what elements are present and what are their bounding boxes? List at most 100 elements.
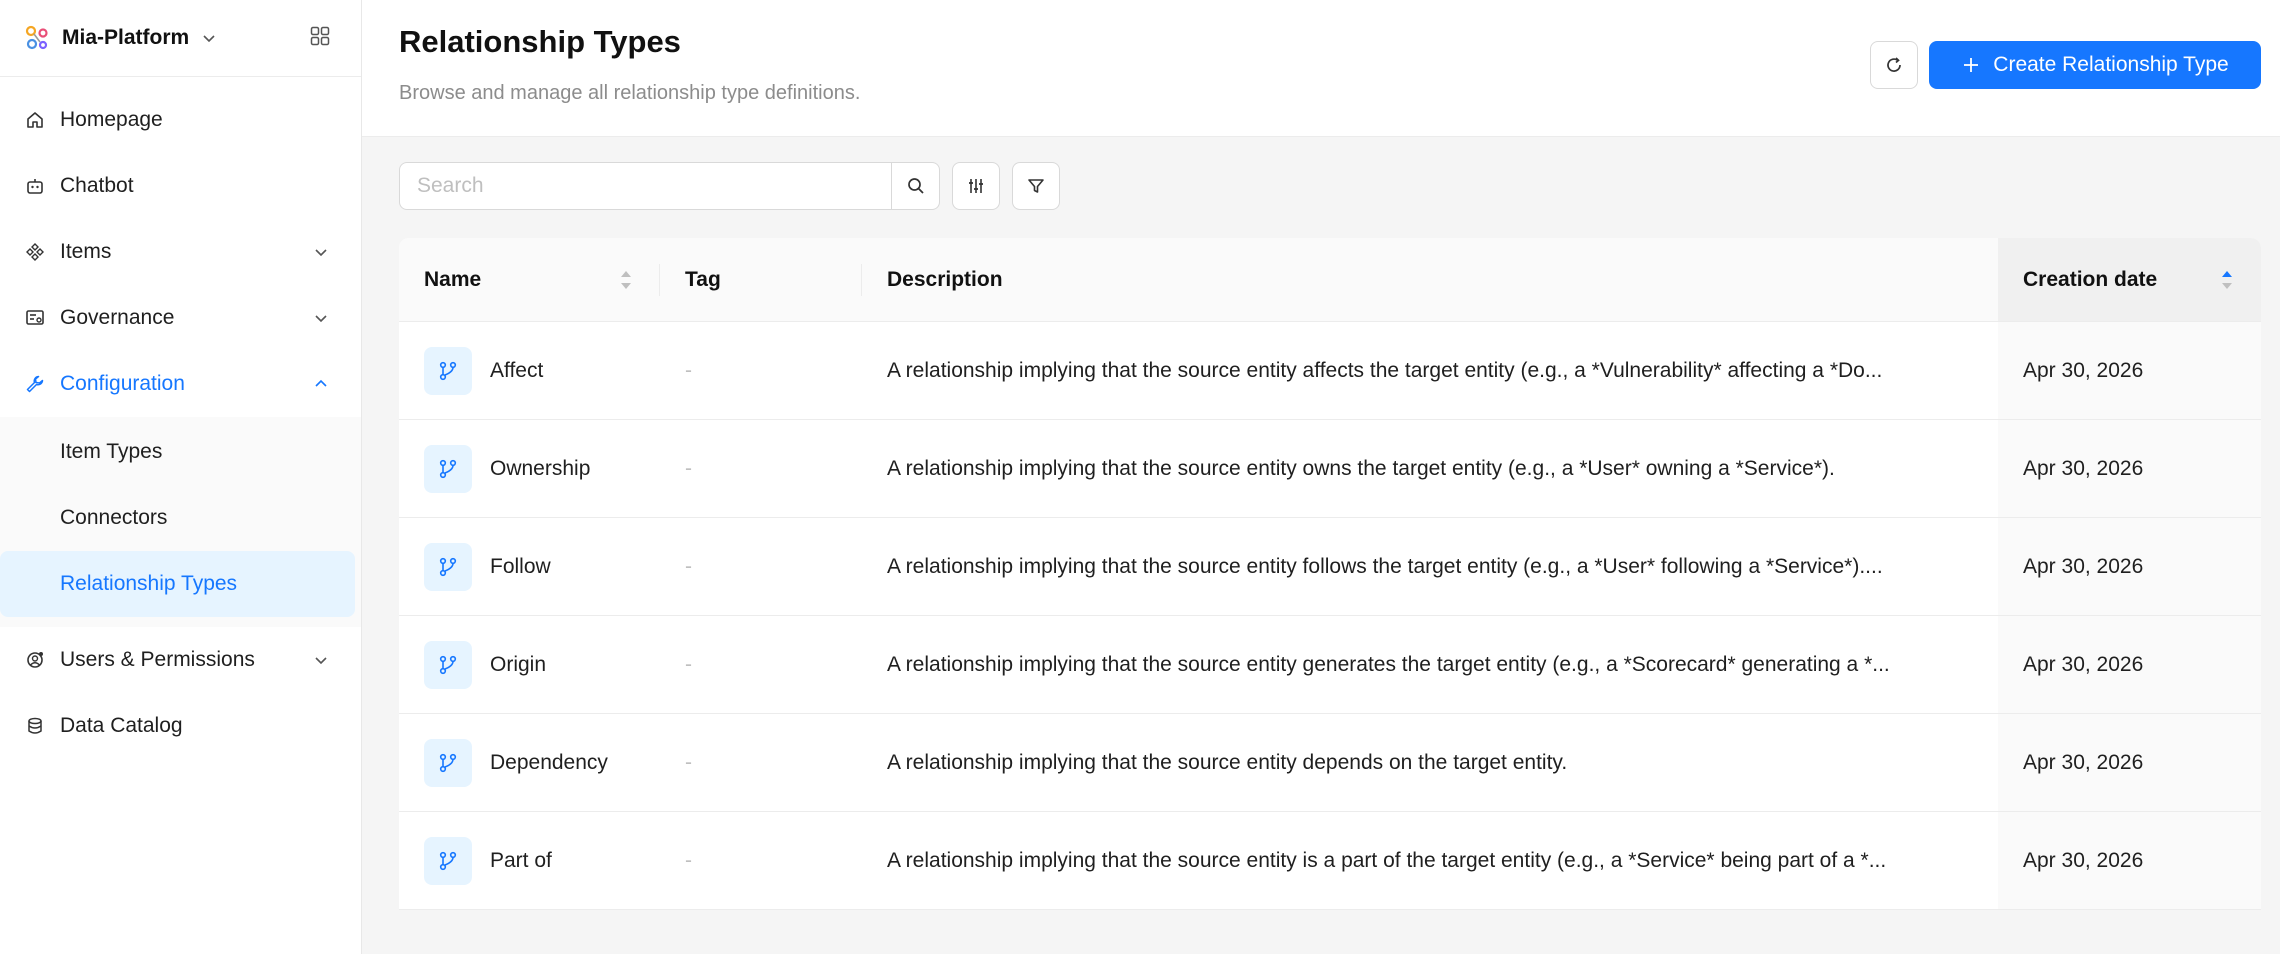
relationship-branch-icon bbox=[424, 542, 472, 591]
sidebar-item-data-catalog[interactable]: Data Catalog bbox=[0, 693, 361, 759]
relationship-name: Affect bbox=[490, 358, 544, 382]
chevron-down-icon bbox=[203, 35, 215, 43]
create-relationship-type-button[interactable]: Create Relationship Type bbox=[1929, 41, 2261, 89]
items-icon bbox=[24, 241, 46, 263]
sidebar-item-chatbot[interactable]: Chatbot bbox=[0, 153, 361, 219]
description-text: A relationship implying that the source … bbox=[887, 652, 1890, 676]
table-header: Name Tag Description Creation date bbox=[399, 238, 2261, 322]
database-icon bbox=[24, 715, 46, 737]
cell-creation-date: Apr 30, 2026 bbox=[1998, 812, 2261, 909]
cell-creation-date: Apr 30, 2026 bbox=[1998, 322, 2261, 419]
column-header-name[interactable]: Name bbox=[399, 238, 660, 321]
column-header-label: Description bbox=[887, 267, 1003, 291]
cell-name[interactable]: Follow bbox=[399, 518, 660, 615]
cell-description: A relationship implying that the source … bbox=[862, 518, 1998, 615]
cell-creation-date: Apr 30, 2026 bbox=[1998, 420, 2261, 517]
relationship-branch-icon bbox=[424, 836, 472, 885]
sidebar-item-label: Homepage bbox=[60, 108, 163, 131]
chevron-up-icon bbox=[315, 379, 327, 387]
filter-button[interactable] bbox=[1012, 162, 1060, 210]
cell-description: A relationship implying that the source … bbox=[862, 616, 1998, 713]
cell-description: A relationship implying that the source … bbox=[862, 420, 1998, 517]
relationship-branch-icon bbox=[424, 640, 472, 689]
cell-tag: - bbox=[685, 456, 692, 480]
page-header: Relationship Types Browse and manage all… bbox=[362, 0, 2280, 137]
sidebar-item-label: Users & Permissions bbox=[60, 648, 255, 671]
cell-creation-date: Apr 30, 2026 bbox=[1998, 518, 2261, 615]
search-icon bbox=[907, 178, 924, 194]
home-icon bbox=[24, 109, 46, 131]
sidebar-nav: Homepage Chatbot Items Governance Config… bbox=[0, 77, 361, 759]
sidebar-item-label: Chatbot bbox=[60, 174, 134, 197]
search-button[interactable] bbox=[892, 162, 940, 210]
table-toolbar: Search bbox=[399, 162, 1060, 212]
platform-logo-icon bbox=[25, 25, 48, 50]
apps-grid-icon[interactable] bbox=[306, 22, 334, 50]
sidebar-item-label: Items bbox=[60, 240, 112, 263]
table-body: Affect - A relationship implying that the … bbox=[399, 322, 2261, 910]
sort-ascending-icon[interactable] bbox=[2220, 267, 2234, 293]
governance-icon bbox=[24, 307, 46, 329]
sort-icon[interactable] bbox=[619, 267, 633, 293]
cell-name[interactable]: Affect bbox=[399, 322, 660, 419]
relationship-name: Dependency bbox=[490, 750, 608, 774]
relationship-name: Follow bbox=[490, 554, 551, 578]
sidebar: Mia-Platform Homepage Chatbot Items Gove… bbox=[0, 0, 362, 954]
description-text: A relationship implying that the source … bbox=[887, 358, 1883, 382]
sidebar-item-item-types[interactable]: Item Types bbox=[0, 419, 355, 485]
sidebar-item-label: Configuration bbox=[60, 372, 185, 395]
cell-name[interactable]: Ownership bbox=[399, 420, 660, 517]
cell-description: A relationship implying that the source … bbox=[862, 714, 1998, 811]
description-text: A relationship implying that the source … bbox=[887, 750, 1568, 774]
relationship-name: Part of bbox=[490, 848, 552, 872]
chevron-down-icon bbox=[315, 657, 327, 665]
page-title: Relationship Types bbox=[399, 24, 681, 59]
table-row[interactable]: Follow - A relationship implying that the … bbox=[399, 518, 2261, 616]
chevron-down-icon bbox=[315, 249, 327, 257]
cell-name[interactable]: Origin bbox=[399, 616, 660, 713]
filter-icon bbox=[1028, 179, 1044, 193]
refresh-button[interactable] bbox=[1870, 41, 1918, 89]
table-row[interactable]: Affect - A relationship implying that the … bbox=[399, 322, 2261, 420]
cell-description: A relationship implying that the source … bbox=[862, 812, 1998, 909]
users-icon bbox=[24, 649, 46, 671]
table-row[interactable]: Dependency - A relationship implying that … bbox=[399, 714, 2261, 812]
search-input[interactable]: Search bbox=[399, 162, 892, 210]
description-text: A relationship implying that the source … bbox=[887, 554, 1883, 578]
column-header-label: Tag bbox=[685, 267, 721, 291]
description-text: A relationship implying that the source … bbox=[887, 848, 1887, 872]
cell-tag: - bbox=[685, 750, 692, 774]
column-header-creation-date[interactable]: Creation date bbox=[1998, 238, 2261, 321]
relationship-types-table: Name Tag Description Creation date Affec… bbox=[399, 238, 2261, 910]
cell-tag: - bbox=[685, 848, 692, 872]
sidebar-item-homepage[interactable]: Homepage bbox=[0, 87, 361, 153]
sidebar-item-connectors[interactable]: Connectors bbox=[0, 485, 355, 551]
relationship-branch-icon bbox=[424, 346, 472, 395]
relationship-branch-icon bbox=[424, 444, 472, 493]
cell-creation-date: Apr 30, 2026 bbox=[1998, 714, 2261, 811]
relationship-branch-icon bbox=[424, 738, 472, 787]
sliders-icon bbox=[969, 179, 983, 193]
cell-name[interactable]: Dependency bbox=[399, 714, 660, 811]
column-header-label: Creation date bbox=[2023, 267, 2158, 291]
sidebar-item-label: Governance bbox=[60, 306, 175, 329]
platform-name: Mia-Platform bbox=[62, 26, 190, 49]
cell-tag: - bbox=[685, 554, 692, 578]
sidebar-item-governance[interactable]: Governance bbox=[0, 285, 361, 351]
column-header-label: Name bbox=[424, 267, 482, 291]
configuration-submenu: Item Types Connectors Relationship Types bbox=[0, 417, 361, 627]
relationship-name: Origin bbox=[490, 652, 547, 676]
table-row[interactable]: Part of - A relationship implying that the… bbox=[399, 812, 2261, 910]
sidebar-item-users-permissions[interactable]: Users & Permissions bbox=[0, 627, 361, 693]
create-button-label: Create Relationship Type bbox=[1993, 53, 2229, 76]
column-settings-button[interactable] bbox=[952, 162, 1000, 210]
sidebar-item-configuration[interactable]: Configuration bbox=[0, 351, 361, 417]
table-row[interactable]: Ownership - A relationship implying that t… bbox=[399, 420, 2261, 518]
plus-icon bbox=[1964, 58, 1979, 72]
sidebar-item-items[interactable]: Items bbox=[0, 219, 361, 285]
cell-name[interactable]: Part of bbox=[399, 812, 660, 909]
main-content: Relationship Types Browse and manage all… bbox=[362, 0, 2280, 954]
bot-icon bbox=[24, 175, 46, 197]
sidebar-item-relationship-types[interactable]: Relationship Types bbox=[0, 551, 355, 617]
table-row[interactable]: Origin - A relationship implying that the … bbox=[399, 616, 2261, 714]
